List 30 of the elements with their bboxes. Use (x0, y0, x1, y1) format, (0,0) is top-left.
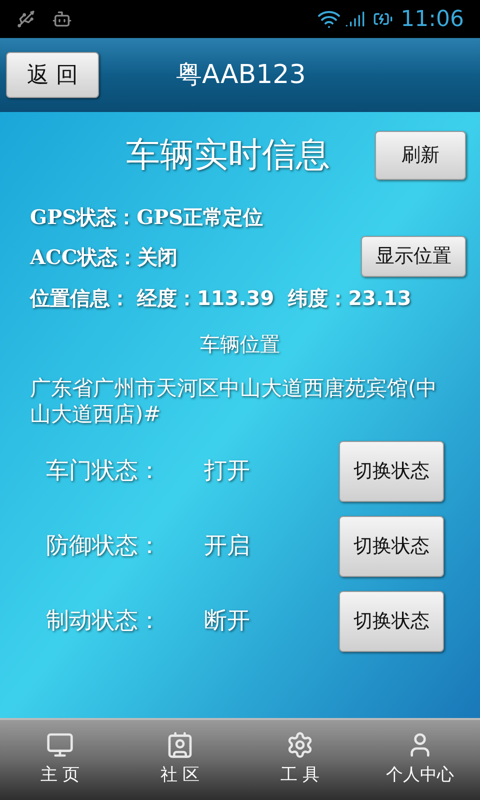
panel-title: 车辆实时信息 (126, 134, 330, 176)
toggle-state-button[interactable]: 切换状态 (339, 591, 444, 652)
signal-icon (344, 9, 365, 29)
location-heading: 车辆位置 (200, 331, 280, 358)
settings-icon (286, 731, 314, 760)
monitor-icon (46, 731, 74, 760)
clock-time: 11:06 (400, 6, 464, 34)
toggle-state-button[interactable]: 切换状态 (339, 441, 444, 502)
toggle-state-button[interactable]: 切换状态 (339, 516, 444, 577)
header-title: 粤AAB123 (176, 58, 306, 92)
acc-status: ACC状态：关闭 (30, 244, 178, 270)
usb-icon (16, 9, 36, 29)
refresh-button[interactable]: 刷新 (375, 130, 466, 180)
nav-tab[interactable]: 主 页 (0, 720, 120, 800)
state-value: 打开 (204, 457, 250, 486)
nav-tab[interactable]: 工 具 (240, 720, 360, 800)
id-card-icon (166, 731, 194, 760)
state-label: 防御状态： (46, 532, 162, 562)
robot-icon (52, 9, 72, 29)
nav-tab[interactable]: 社 区 (120, 720, 240, 800)
nav-tab[interactable]: 个人中心 (360, 720, 480, 800)
back-button[interactable]: 返 回 (6, 52, 99, 98)
state-value: 开启 (204, 532, 250, 562)
state-label: 制动状态： (46, 607, 162, 636)
address-text: 广东省广州市天河区中山大道西唐苑宾馆(中山大道西店)# (30, 375, 438, 427)
position-info: 位置信息： 经度：113.39 纬度：23.13 (30, 285, 412, 312)
gps-status: GPS状态：GPS正常定位 (30, 204, 264, 231)
show-location-button[interactable]: 显示位置 (361, 236, 466, 277)
state-value: 断开 (204, 607, 250, 636)
state-label: 车门状态： (46, 457, 162, 486)
